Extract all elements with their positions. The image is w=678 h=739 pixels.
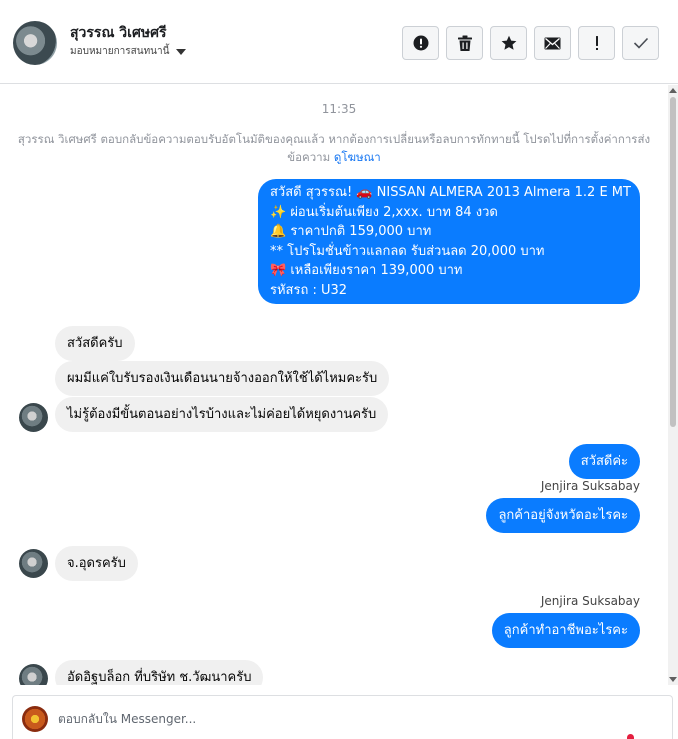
incoming-message: อัดอิฐบล็อก ที่บริษัท ช.วัฒนาครับ bbox=[55, 660, 264, 685]
check-icon bbox=[633, 37, 648, 49]
contact-avatar-small bbox=[19, 664, 48, 685]
contact-name[interactable]: สุวรรณ วิเศษศรี bbox=[70, 22, 166, 44]
star-icon bbox=[501, 35, 516, 50]
contact-avatar[interactable] bbox=[13, 21, 57, 65]
sender-name: Jenjira Suksabay bbox=[540, 479, 640, 493]
assign-conversation-dropdown[interactable]: มอบหมายการสนทนานี้ bbox=[70, 44, 187, 59]
page-avatar bbox=[22, 706, 48, 732]
mark-spam-button[interactable] bbox=[402, 26, 439, 60]
promo-message: สวัสดี สุวรรณ! 🚗 NISSAN ALMERA 2013 Alme… bbox=[258, 179, 640, 304]
contact-avatar-small bbox=[19, 403, 48, 432]
envelope-icon bbox=[544, 37, 561, 49]
outgoing-message: ลูกค้าอยู่จังหวัดอะไรคะ bbox=[486, 498, 640, 533]
assign-label: มอบหมายการสนทนานี้ bbox=[70, 46, 170, 57]
promo-line: สวัสดี สุวรรณ! 🚗 NISSAN ALMERA 2013 Alme… bbox=[270, 185, 631, 200]
timestamp: 11:35 bbox=[321, 102, 357, 116]
notification-dot-icon bbox=[627, 734, 634, 739]
incoming-message: สวัสดีครับ bbox=[55, 326, 135, 361]
message-thread[interactable]: 11:35 สุวรรณ วิเศษศรี ตอบกลับข้อความตอบร… bbox=[0, 85, 668, 685]
star-button[interactable] bbox=[490, 26, 527, 60]
scroll-down-arrow-icon[interactable] bbox=[669, 677, 677, 682]
auto-reply-notice: สุวรรณ วิเศษศรี ตอบกลับข้อความตอบรับอัตโ… bbox=[14, 130, 654, 166]
promo-line: รหัสรถ : U32 bbox=[270, 282, 348, 298]
promo-line: 🔔 ราคาปกติ 159,000 บาท bbox=[270, 224, 432, 239]
caret-down-icon bbox=[176, 48, 187, 55]
incoming-message: จ.อุดรครับ bbox=[55, 546, 138, 581]
trash-icon bbox=[457, 35, 472, 51]
reply-input[interactable]: ตอบกลับใน Messenger... bbox=[58, 710, 196, 729]
contact-avatar-small bbox=[19, 549, 48, 578]
incoming-message: ผมมีแค่ใบรับรองเงินเดือนนายจ้างออกให้ใช้… bbox=[55, 361, 390, 396]
scrollbar-thumb[interactable] bbox=[670, 97, 676, 427]
conversation-actions bbox=[402, 26, 659, 60]
thread-scrollbar[interactable] bbox=[668, 85, 678, 685]
scroll-up-arrow-icon[interactable] bbox=[669, 88, 677, 93]
sender-name: Jenjira Suksabay bbox=[540, 594, 640, 608]
delete-button[interactable] bbox=[446, 26, 483, 60]
mark-done-button[interactable] bbox=[622, 26, 659, 60]
promo-line: ** โปรโมชั่นข้าวแลกลด รับส่วนลด 20,000 บ… bbox=[270, 243, 545, 259]
conversation-header: สุวรรณ วิเศษศรี มอบหมายการสนทนานี้ bbox=[0, 0, 678, 84]
incoming-message: ไม่รู้ต้องมีขั้นตอนอย่างไรบ้างและไม่ค่อย… bbox=[55, 397, 389, 432]
view-ad-link[interactable]: ดูโฆษณา bbox=[334, 150, 381, 164]
alert-circle-icon bbox=[413, 35, 428, 51]
exclamation-icon bbox=[595, 36, 598, 50]
follow-up-button[interactable] bbox=[578, 26, 615, 60]
promo-line: ✨ ผ่อนเริ่มต้นเพียง 2,xxx. บาท 84 งวด bbox=[270, 204, 498, 220]
reply-composer[interactable]: ตอบกลับใน Messenger... bbox=[12, 695, 673, 739]
promo-line: 🎀 เหลือเพียงราคา 139,000 บาท bbox=[270, 263, 463, 278]
mark-unread-button[interactable] bbox=[534, 26, 571, 60]
outgoing-message: สวัสดีค่ะ bbox=[568, 444, 640, 479]
outgoing-message: ลูกค้าทำอาชีพอะไรคะ bbox=[491, 613, 640, 648]
